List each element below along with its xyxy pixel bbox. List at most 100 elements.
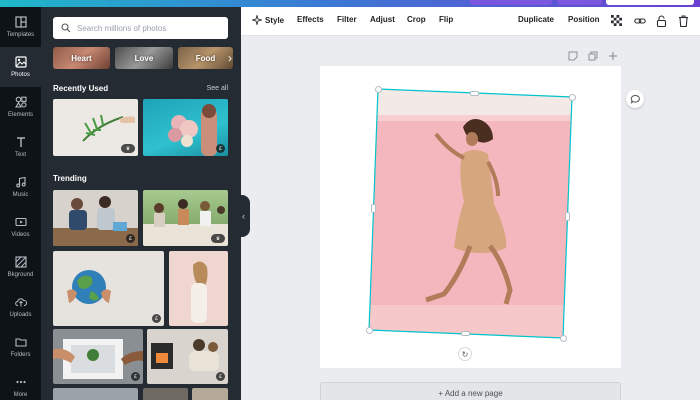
crop-button[interactable]: Crop — [407, 15, 426, 24]
search-box[interactable] — [53, 17, 228, 39]
photo-thumbnail[interactable] — [169, 251, 228, 326]
category-chips: Heart Love Food › — [53, 47, 233, 69]
rail-item-label: Elements — [7, 112, 33, 118]
context-toolbar: Style Effects Filter Adjust Crop Flip Du… — [241, 7, 700, 36]
rail-item-label: Photos — [11, 72, 30, 78]
rail-item-label: More — [13, 392, 28, 398]
chip-label: Heart — [71, 53, 92, 63]
filter-button[interactable]: Filter — [337, 15, 357, 24]
photo-thumbnail[interactable]: £ — [143, 99, 228, 156]
woman-wall-image — [191, 261, 208, 323]
search-input[interactable] — [77, 23, 217, 33]
rail-item-label: Templates — [6, 32, 35, 38]
photos-icon — [14, 55, 28, 69]
collapse-panel-button[interactable]: ‹ — [237, 195, 250, 237]
link-icon[interactable] — [633, 14, 646, 27]
rail-item-templates[interactable]: Templates — [0, 7, 41, 47]
photo-thumbnail[interactable] — [143, 388, 188, 400]
effects-button[interactable]: Effects — [297, 15, 324, 24]
header-button[interactable] — [470, 0, 552, 5]
sink-hands-image — [53, 339, 143, 379]
free-badge-icon: £ — [216, 372, 225, 381]
photos-panel: Heart Love Food › Recently Used See all … — [41, 7, 241, 400]
flip-button[interactable]: Flip — [439, 15, 453, 24]
style-button[interactable]: Style — [252, 15, 284, 25]
chevron-right-icon[interactable]: › — [223, 51, 237, 65]
trash-icon[interactable] — [677, 14, 690, 27]
music-icon — [14, 175, 28, 189]
comment-icon[interactable] — [626, 90, 644, 108]
resize-handle-bottom-left[interactable] — [366, 327, 373, 334]
rail-item-label: Videos — [11, 232, 30, 238]
more-icon — [14, 375, 28, 389]
free-badge-icon: £ — [131, 372, 140, 381]
rail-item-label: Folders — [10, 352, 31, 358]
header-button[interactable] — [557, 0, 602, 5]
folders-icon — [14, 335, 28, 349]
resize-handle-top[interactable] — [470, 91, 479, 96]
rotate-icon[interactable]: ↻ — [458, 347, 472, 361]
elements-icon — [14, 95, 28, 109]
free-badge-icon: £ — [152, 314, 161, 323]
photo-thumbnail[interactable]: £ — [147, 329, 228, 384]
background-icon — [14, 255, 28, 269]
rail-item-text[interactable]: Text — [0, 127, 41, 167]
rail-item-videos[interactable]: Videos — [0, 207, 41, 247]
top-header-strip — [0, 0, 700, 7]
free-badge-icon: £ — [216, 144, 225, 153]
resize-handle-right[interactable] — [565, 212, 570, 221]
rail-item-elements[interactable]: Elements — [0, 87, 41, 127]
resize-handle-top-right[interactable] — [569, 94, 576, 101]
rail-item-photos[interactable]: Photos — [0, 47, 41, 87]
duplicate-button[interactable]: Duplicate — [518, 15, 554, 24]
photo-thumbnail[interactable]: ♛ — [53, 99, 138, 156]
rail-item-label: Music — [12, 192, 29, 198]
resize-handle-bottom-right[interactable] — [560, 335, 567, 342]
rail-item-uploads[interactable]: Uploads — [0, 287, 41, 327]
add-page-icon[interactable] — [608, 51, 618, 61]
magic-style-icon — [252, 15, 262, 25]
rail-item-background[interactable]: Bkground — [0, 247, 41, 287]
lock-icon[interactable] — [655, 14, 668, 27]
videos-icon — [14, 215, 28, 229]
transparency-icon[interactable] — [610, 14, 623, 27]
header-share-button[interactable] — [606, 0, 694, 5]
design-page[interactable] — [320, 66, 621, 368]
chip-love[interactable]: Love — [115, 47, 173, 69]
rail-item-folders[interactable]: Folders — [0, 327, 41, 367]
trending-title: Trending — [53, 174, 87, 183]
photo-thumbnail[interactable]: ♛ — [143, 190, 228, 246]
resize-handle-top-left[interactable] — [375, 86, 382, 93]
text-icon — [14, 135, 28, 149]
left-rail: Templates Photos Elements Text Music Vid… — [0, 7, 41, 400]
free-badge-icon: £ — [126, 234, 135, 243]
photo-thumbnail[interactable] — [53, 388, 138, 400]
rail-item-music[interactable]: Music — [0, 167, 41, 207]
photo-thumbnail[interactable] — [192, 388, 228, 400]
rail-item-label: Text — [14, 152, 26, 158]
photo-thumbnail[interactable]: £ — [53, 329, 143, 384]
resize-handle-left[interactable] — [371, 204, 376, 213]
resize-handle-bottom[interactable] — [461, 331, 470, 336]
duplicate-page-icon[interactable] — [588, 51, 598, 61]
photo-thumbnail[interactable]: £ — [53, 251, 164, 326]
pro-crown-icon: ♛ — [211, 234, 225, 243]
add-new-page-button[interactable]: + Add a new page — [320, 382, 621, 400]
chevron-left-icon: ‹ — [242, 211, 245, 221]
page-notes-icon[interactable] — [568, 51, 578, 61]
search-icon — [61, 23, 71, 33]
rail-item-label: Bkground — [7, 272, 34, 278]
adjust-button[interactable]: Adjust — [370, 15, 395, 24]
templates-icon — [14, 15, 28, 29]
chip-heart[interactable]: Heart — [53, 47, 110, 69]
rail-item-label: Uploads — [9, 312, 32, 318]
see-all-link[interactable]: See all — [207, 85, 228, 92]
position-button[interactable]: Position — [568, 15, 600, 24]
pro-crown-icon: ♛ — [121, 144, 135, 153]
photo-thumbnail[interactable]: £ — [53, 190, 138, 246]
style-label: Style — [265, 15, 285, 25]
chip-label: Food — [195, 53, 216, 63]
chip-label: Love — [134, 53, 154, 63]
rail-item-more[interactable]: More — [0, 367, 41, 400]
globe-hands-image — [67, 270, 111, 304]
